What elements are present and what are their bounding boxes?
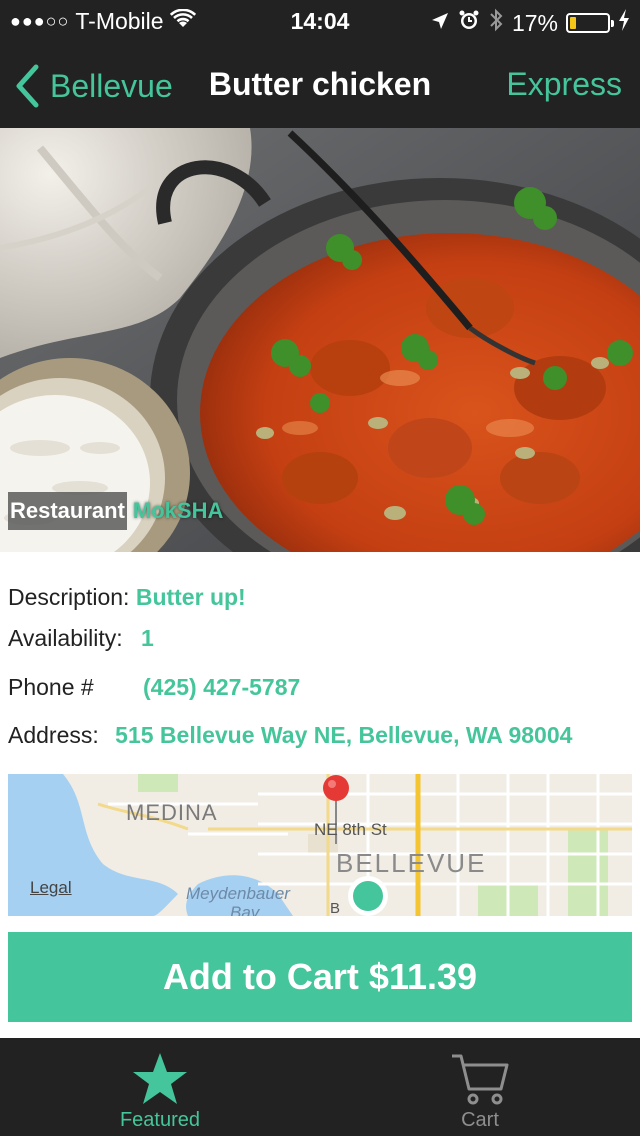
status-bar: ●●●○○ T-Mobile 14:04 17% [0,0,640,40]
restaurant-name[interactable]: MokSHA [127,498,223,524]
bluetooth-icon [488,8,504,38]
tab-bar: Featured Cart [0,1038,640,1136]
map-label-street: NE 8th St [314,820,387,839]
availability-label: Availability: [8,625,123,651]
phone-row: Phone # (425) 427-5787 [8,674,300,701]
map-label-road: B [330,900,341,916]
map-label-bay2: Bay [230,903,260,916]
address-value[interactable]: 515 Bellevue Way NE, Bellevue, WA 98004 [115,722,572,748]
map-label-bay: Meydenbauer [186,884,290,903]
cart-icon [452,1054,509,1105]
tab-cart-label: Cart [461,1109,499,1131]
battery-tip [611,20,614,27]
back-button-label: Bellevue [50,67,173,104]
battery-icon [566,13,614,33]
butter-chicken-image [0,128,640,552]
star-icon [133,1053,187,1104]
phone-value[interactable]: (425) 427-5787 [143,674,300,701]
description-label: Description: [8,584,130,610]
dish-photo [0,128,640,552]
availability-value: 1 [141,625,154,651]
location-arrow-icon [430,10,450,37]
location-map[interactable]: MEDINA NE 8th St BELLEVUE Meydenbauer Ba… [8,774,632,916]
phone-label: Phone # [8,674,94,700]
address-label: Address: [8,722,99,748]
back-button[interactable]: Bellevue [14,64,173,108]
map-label-medina: MEDINA [126,800,218,825]
battery-percent: 17% [511,9,558,36]
navigation-bar: Bellevue Butter chicken Express [0,40,640,128]
restaurant-label: Restaurant MokSHA [8,490,223,532]
tab-cart[interactable]: Cart [320,1038,640,1136]
tab-featured-label: Featured [119,1109,201,1131]
address-row: Address: 515 Bellevue Way NE, Bellevue, … [8,722,572,749]
charging-bolt-icon [618,9,630,37]
map-legal-link[interactable]: Legal [30,878,72,898]
add-to-cart-button[interactable]: Add to Cart $11.39 [8,932,632,1022]
status-right: 17% [430,8,630,38]
map-graphic [8,774,632,916]
tab-featured[interactable]: Featured [0,1038,320,1136]
battery-fill [570,17,576,29]
express-button[interactable]: Express [506,66,622,103]
map-label-city: BELLEVUE [336,848,487,878]
alarm-clock-icon [458,9,480,37]
chevron-left-icon [16,64,39,108]
restaurant-label-text: Restaurant [8,492,127,530]
description-value: Butter up! [135,584,246,610]
availability-row: Availability: 1 [8,625,154,652]
description-row: Description: Butter up! [8,584,246,611]
